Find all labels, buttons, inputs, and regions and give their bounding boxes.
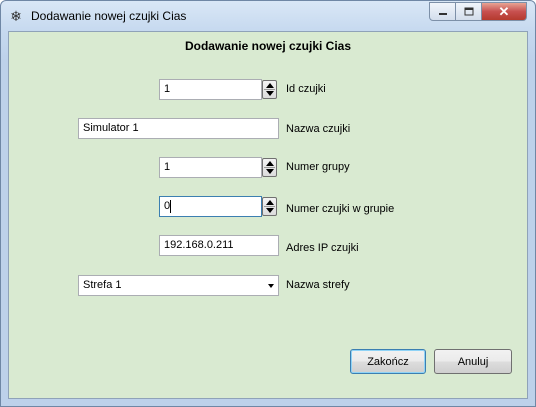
dialog-content: Dodawanie nowej czujki Cias 1 Id czujki … (8, 31, 528, 399)
name-label: Nazwa czujki (286, 123, 351, 135)
close-button[interactable]: ✕ (481, 2, 527, 21)
zone-value: Strefa 1 (83, 279, 122, 291)
spin-down-icon[interactable] (266, 91, 274, 96)
spin-up-icon[interactable] (266, 200, 274, 205)
zone-label: Nazwa strefy (286, 279, 350, 291)
spin-down-icon[interactable] (266, 169, 274, 174)
window-title: Dodawanie nowej czujki Cias (31, 9, 187, 23)
text-caret (170, 199, 172, 213)
minimize-icon (438, 12, 447, 15)
number-in-group-input[interactable]: 0 (159, 196, 262, 217)
snowflake-icon: ❄ (10, 7, 22, 24)
spin-down-icon[interactable] (266, 208, 274, 213)
name-input[interactable]: Simulator 1 (78, 118, 279, 139)
zone-combobox[interactable]: Strefa 1 (78, 275, 279, 296)
id-label: Id czujki (286, 83, 326, 95)
number-in-group-spinner[interactable] (262, 197, 277, 216)
close-icon: ✕ (498, 3, 510, 19)
group-label: Numer grupy (286, 161, 350, 173)
spin-up-icon[interactable] (266, 83, 274, 88)
id-spinner[interactable] (262, 80, 277, 99)
title-bar[interactable]: ❄ Dodawanie nowej czujki Cias ✕ (1, 1, 535, 31)
number-in-group-label: Numer czujki w grupie (286, 203, 395, 215)
dialog-window: ❄ Dodawanie nowej czujki Cias ✕ Dodawani… (0, 0, 536, 407)
group-spinner[interactable] (262, 158, 277, 177)
form-heading: Dodawanie nowej czujki Cias (184, 39, 352, 53)
finish-button[interactable]: Zakończ (350, 349, 426, 374)
id-input[interactable]: 1 (159, 79, 262, 100)
maximize-icon (464, 7, 473, 16)
cancel-button[interactable]: Anuluj (434, 349, 512, 374)
ip-input[interactable]: 192.168.0.211 (159, 235, 279, 256)
minimize-button[interactable] (429, 2, 456, 21)
ip-label: Adres IP czujki (286, 242, 359, 254)
maximize-button[interactable] (455, 2, 482, 21)
spin-up-icon[interactable] (266, 161, 274, 166)
chevron-down-icon[interactable] (268, 284, 274, 288)
group-input[interactable]: 1 (159, 157, 262, 178)
